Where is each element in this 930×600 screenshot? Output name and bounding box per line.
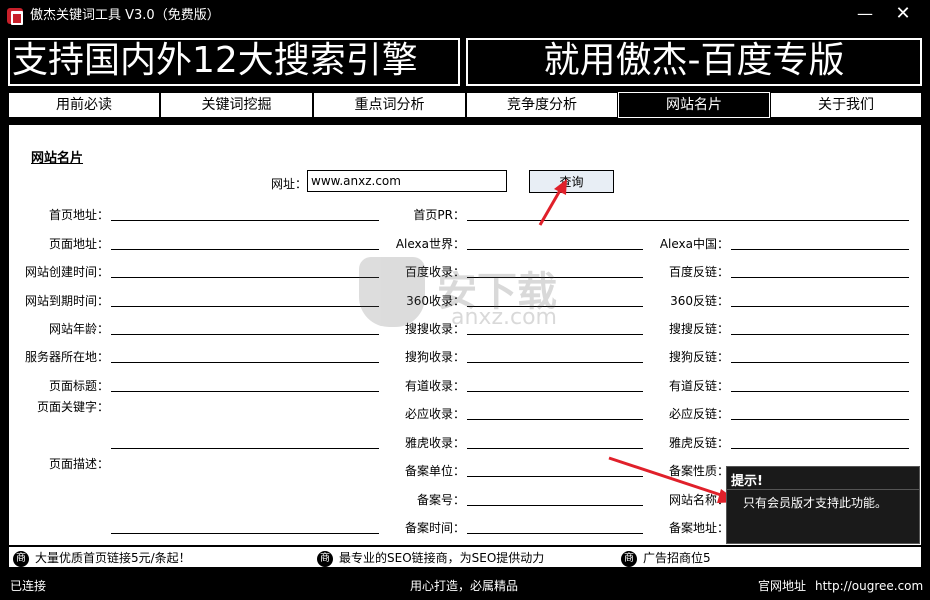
close-button[interactable]: ✕ bbox=[888, 4, 918, 26]
ad-bar: 商大量优质首页链接5元/条起！ 商最专业的SEO链接商，为SEO提供动力 商广告… bbox=[8, 546, 922, 568]
field-value-360-backlinks bbox=[731, 293, 909, 307]
banner-right: 就用傲杰-百度专版 bbox=[466, 38, 922, 86]
shop-icon: 商 bbox=[317, 550, 333, 567]
field-label-icp-date: 备案时间： bbox=[404, 521, 465, 535]
banner-left: 支持国内外12大搜索引擎 bbox=[8, 38, 460, 86]
field-label-site-age: 网站年龄： bbox=[48, 322, 109, 336]
tab-about-us[interactable]: 关于我们 bbox=[770, 92, 922, 118]
field-label-360-index: 360收录： bbox=[406, 294, 465, 308]
field-label-360-backlinks: 360反链： bbox=[670, 294, 729, 308]
field-value-soso-index bbox=[467, 321, 643, 335]
field-label-icp-address: 备案地址： bbox=[668, 521, 729, 535]
shop-icon: 商 bbox=[13, 550, 29, 567]
website-label: 官网地址 bbox=[758, 579, 807, 593]
field-value-site-expires bbox=[111, 293, 379, 307]
ad-text-3: 广告招商位5 bbox=[643, 551, 711, 565]
section-title: 网站名片 bbox=[31, 151, 84, 166]
field-label-baidu-backlinks: 百度反链： bbox=[668, 265, 729, 279]
field-label-page-keywords: 页面关键字： bbox=[36, 400, 109, 414]
field-label-server-location: 服务器所在地： bbox=[24, 350, 109, 364]
field-label-page-address: 页面地址： bbox=[48, 237, 109, 251]
field-label-site-expires: 网站到期时间： bbox=[24, 294, 109, 308]
ad-text-2: 最专业的SEO链接商，为SEO提供动力 bbox=[339, 551, 545, 565]
field-label-site-name: 网站名称： bbox=[668, 493, 729, 507]
field-label-homepage-address: 首页地址： bbox=[48, 208, 109, 222]
tooltip-title: 提示! bbox=[731, 474, 763, 489]
window-title: 傲杰关键词工具 V3.0（免费版） bbox=[30, 8, 220, 23]
field-label-soso-index: 搜搜收录： bbox=[404, 322, 465, 336]
hint-tooltip: 提示! 只有会员版才支持此功能。 bbox=[726, 466, 920, 544]
field-value-page-address bbox=[111, 236, 379, 250]
field-label-baidu-index: 百度收录： bbox=[404, 265, 465, 279]
tab-competition-analysis[interactable]: 竞争度分析 bbox=[466, 92, 618, 118]
tab-read-before-use[interactable]: 用前必读 bbox=[8, 92, 160, 118]
shop-icon: 商 bbox=[621, 550, 637, 567]
ad-item-1[interactable]: 商大量优质首页链接5元/条起！ bbox=[13, 549, 191, 567]
field-value-homepage-address bbox=[111, 207, 379, 221]
field-value-sogou-index bbox=[467, 349, 643, 363]
tab-site-card[interactable]: 网站名片 bbox=[618, 92, 770, 118]
ad-item-3[interactable]: 商广告招商位5 bbox=[621, 549, 711, 567]
field-label-alexa-world: Alexa世界： bbox=[395, 237, 465, 251]
field-label-yahoo-backlinks: 雅虎反链： bbox=[668, 436, 729, 450]
field-value-page-description bbox=[111, 520, 379, 534]
field-value-youdao-index bbox=[467, 378, 643, 392]
ad-text-1: 大量优质首页链接5元/条起！ bbox=[35, 551, 191, 565]
query-button[interactable]: 查询 bbox=[529, 170, 614, 193]
field-value-baidu-backlinks bbox=[731, 264, 909, 278]
field-label-bing-index: 必应收录： bbox=[404, 407, 465, 421]
app-logo-icon bbox=[7, 8, 23, 25]
field-label-site-created: 网站创建时间： bbox=[24, 265, 109, 279]
field-label-icp-nature: 备案性质： bbox=[668, 464, 729, 478]
field-label-icp-number: 备案号： bbox=[416, 493, 465, 507]
field-value-page-keywords bbox=[111, 435, 379, 449]
field-label-homepage-pr: 首页PR： bbox=[413, 208, 465, 222]
field-value-sogou-backlinks bbox=[731, 349, 909, 363]
tooltip-message: 只有会员版才支持此功能。 bbox=[743, 496, 888, 510]
title-bar: 傲杰关键词工具 V3.0（免费版） — ✕ bbox=[0, 0, 930, 32]
minimize-button[interactable]: — bbox=[850, 4, 880, 26]
field-label-youdao-index: 有道收录： bbox=[404, 379, 465, 393]
field-value-yahoo-index bbox=[467, 435, 643, 449]
field-label-page-description: 页面描述： bbox=[48, 457, 109, 471]
tooltip-divider bbox=[727, 489, 919, 490]
field-label-page-title: 页面标题： bbox=[48, 379, 109, 393]
tab-key-word-analysis[interactable]: 重点词分析 bbox=[313, 92, 466, 118]
field-label-alexa-china: Alexa中国： bbox=[659, 237, 729, 251]
field-value-soso-backlinks bbox=[731, 321, 909, 335]
field-label-yahoo-index: 雅虎收录： bbox=[404, 436, 465, 450]
field-value-alexa-china bbox=[731, 236, 909, 250]
field-value-homepage-pr bbox=[467, 207, 909, 221]
field-value-youdao-backlinks bbox=[731, 378, 909, 392]
field-value-bing-backlinks bbox=[731, 406, 909, 420]
connection-status: 已连接 bbox=[10, 579, 47, 593]
field-value-site-age bbox=[111, 321, 379, 335]
field-value-360-index bbox=[467, 293, 643, 307]
field-value-bing-index bbox=[467, 406, 643, 420]
main-tabs: 用前必读 关键词挖掘 重点词分析 竞争度分析 网站名片 关于我们 bbox=[8, 92, 922, 118]
field-label-bing-backlinks: 必应反链： bbox=[668, 407, 729, 421]
field-value-server-location bbox=[111, 349, 379, 363]
field-label-soso-backlinks: 搜搜反链： bbox=[668, 322, 729, 336]
url-label: 网址： bbox=[271, 177, 308, 191]
status-bar: 已连接 用心打造，必属精品 官网地址 http://ougree.com bbox=[0, 572, 930, 600]
website-link[interactable]: http://ougree.com bbox=[815, 572, 923, 600]
field-value-alexa-world bbox=[467, 236, 643, 250]
status-slogan: 用心打造，必属精品 bbox=[410, 579, 519, 593]
tab-keyword-mining[interactable]: 关键词挖掘 bbox=[160, 92, 313, 118]
field-label-sogou-backlinks: 搜狗反链： bbox=[668, 350, 729, 364]
field-value-site-created bbox=[111, 264, 379, 278]
field-label-youdao-backlinks: 有道反链： bbox=[668, 379, 729, 393]
ad-item-2[interactable]: 商最专业的SEO链接商，为SEO提供动力 bbox=[317, 549, 544, 567]
url-input[interactable] bbox=[307, 170, 507, 192]
field-value-icp-unit bbox=[467, 463, 643, 477]
field-label-sogou-index: 搜狗收录： bbox=[404, 350, 465, 364]
field-value-yahoo-backlinks bbox=[731, 435, 909, 449]
field-value-icp-date bbox=[467, 520, 643, 534]
field-value-page-title bbox=[111, 378, 379, 392]
field-value-baidu-index bbox=[467, 264, 643, 278]
field-value-icp-number bbox=[467, 492, 643, 506]
field-label-icp-unit: 备案单位： bbox=[404, 464, 465, 478]
